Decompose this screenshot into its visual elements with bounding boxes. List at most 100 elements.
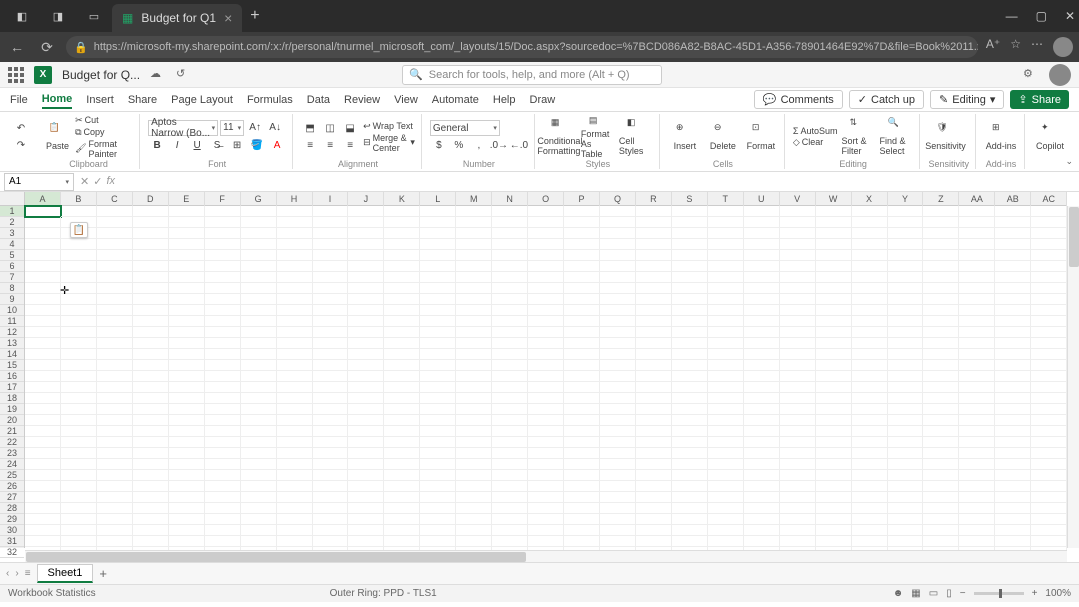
cell[interactable] xyxy=(133,459,169,470)
cell[interactable] xyxy=(600,459,636,470)
formula-input[interactable] xyxy=(121,173,1079,191)
cell[interactable] xyxy=(995,217,1031,228)
tab-help[interactable]: Help xyxy=(493,92,516,108)
cell[interactable] xyxy=(420,283,456,294)
column-header[interactable]: H xyxy=(277,192,313,206)
cell[interactable] xyxy=(420,261,456,272)
row-header[interactable]: 30 xyxy=(0,525,24,536)
cell[interactable] xyxy=(959,503,995,514)
cell[interactable] xyxy=(384,250,420,261)
cell[interactable] xyxy=(959,371,995,382)
cell[interactable] xyxy=(277,437,313,448)
increase-decimal-button[interactable]: .0→ xyxy=(490,137,508,153)
name-box[interactable]: A1▾ xyxy=(4,173,74,191)
cell[interactable] xyxy=(169,327,205,338)
cell[interactable] xyxy=(420,536,456,547)
cell[interactable] xyxy=(169,305,205,316)
cell[interactable] xyxy=(313,217,349,228)
cell[interactable] xyxy=(1031,393,1067,404)
cell[interactable] xyxy=(816,503,852,514)
cell[interactable] xyxy=(744,514,780,525)
cell[interactable] xyxy=(97,525,133,536)
cell[interactable] xyxy=(744,481,780,492)
cell[interactable] xyxy=(456,327,492,338)
catchup-button[interactable]: ✓Catch up xyxy=(849,90,924,109)
profile-icon[interactable]: ◧ xyxy=(12,6,32,26)
cell[interactable] xyxy=(816,481,852,492)
cell[interactable] xyxy=(1031,503,1067,514)
cell[interactable] xyxy=(600,393,636,404)
cell[interactable] xyxy=(672,382,708,393)
cell[interactable] xyxy=(133,470,169,481)
cell[interactable] xyxy=(169,371,205,382)
cell[interactable] xyxy=(600,272,636,283)
column-header[interactable]: W xyxy=(816,192,852,206)
cell[interactable] xyxy=(348,404,384,415)
cell[interactable] xyxy=(959,228,995,239)
cell[interactable] xyxy=(492,360,528,371)
cell[interactable] xyxy=(205,250,241,261)
cell[interactable] xyxy=(636,470,672,481)
cell[interactable] xyxy=(708,415,744,426)
row-header[interactable]: 19 xyxy=(0,404,24,415)
cell[interactable] xyxy=(564,437,600,448)
cell[interactable] xyxy=(600,261,636,272)
cell[interactable] xyxy=(313,338,349,349)
cell[interactable] xyxy=(25,492,61,503)
cell[interactable] xyxy=(636,294,672,305)
cell[interactable] xyxy=(564,327,600,338)
cell[interactable] xyxy=(744,371,780,382)
column-header[interactable]: T xyxy=(708,192,744,206)
cell[interactable] xyxy=(313,283,349,294)
column-header[interactable]: AA xyxy=(959,192,995,206)
cell[interactable] xyxy=(1031,360,1067,371)
cell[interactable] xyxy=(348,327,384,338)
cell[interactable] xyxy=(384,228,420,239)
cell[interactable] xyxy=(672,316,708,327)
cell[interactable] xyxy=(420,360,456,371)
row-header[interactable]: 11 xyxy=(0,316,24,327)
cell[interactable] xyxy=(97,492,133,503)
cell[interactable] xyxy=(995,239,1031,250)
cell[interactable] xyxy=(169,283,205,294)
sensitivity-button[interactable]: 🛡Sensitivity xyxy=(928,115,962,159)
cell[interactable] xyxy=(780,327,816,338)
cell[interactable] xyxy=(744,228,780,239)
column-header[interactable]: P xyxy=(564,192,600,206)
cell[interactable] xyxy=(241,415,277,426)
cell[interactable] xyxy=(888,437,924,448)
cell[interactable] xyxy=(133,371,169,382)
align-bottom-button[interactable]: ⬓ xyxy=(341,120,359,136)
cell[interactable] xyxy=(888,228,924,239)
cell[interactable] xyxy=(995,349,1031,360)
cell[interactable] xyxy=(708,426,744,437)
cell[interactable] xyxy=(384,294,420,305)
cell[interactable] xyxy=(492,349,528,360)
cell[interactable] xyxy=(25,239,61,250)
cell[interactable] xyxy=(672,481,708,492)
cell[interactable] xyxy=(1031,382,1067,393)
cell[interactable] xyxy=(384,415,420,426)
cell[interactable] xyxy=(959,349,995,360)
cell[interactable] xyxy=(384,503,420,514)
cell[interactable] xyxy=(672,459,708,470)
cell[interactable] xyxy=(169,239,205,250)
number-format-select[interactable]: General▾ xyxy=(430,120,500,136)
cell[interactable] xyxy=(636,316,672,327)
cell[interactable] xyxy=(816,536,852,547)
cell[interactable] xyxy=(241,437,277,448)
cell[interactable] xyxy=(564,239,600,250)
cell[interactable] xyxy=(492,272,528,283)
cell[interactable] xyxy=(133,283,169,294)
tab-draw[interactable]: Draw xyxy=(530,92,556,108)
cell[interactable] xyxy=(133,239,169,250)
browser-menu-icon[interactable]: ⋯ xyxy=(1031,37,1043,57)
cell[interactable] xyxy=(528,349,564,360)
version-history-icon[interactable]: ↺ xyxy=(176,67,192,83)
cell[interactable] xyxy=(816,239,852,250)
cell[interactable] xyxy=(636,481,672,492)
row-header[interactable]: 2 xyxy=(0,217,24,228)
cell[interactable] xyxy=(959,239,995,250)
cell[interactable] xyxy=(816,250,852,261)
cell[interactable] xyxy=(780,283,816,294)
